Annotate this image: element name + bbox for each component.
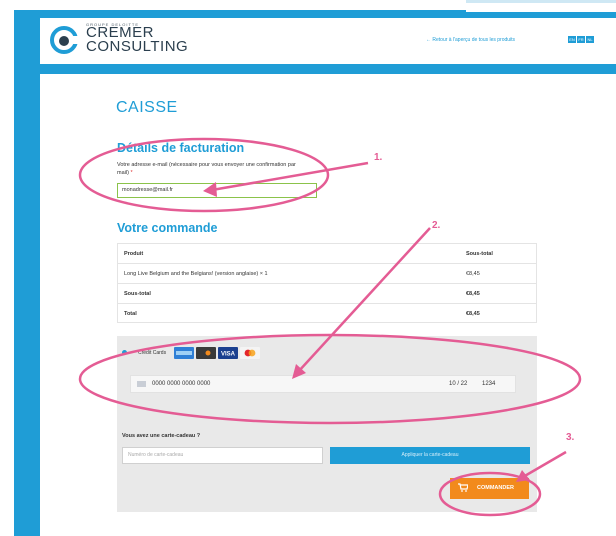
amex-card-icon <box>174 347 194 359</box>
table-header-row: Produit Sous-total <box>118 244 536 264</box>
email-field[interactable]: monadresse@mail.fr <box>117 183 317 198</box>
table-row: Total €8,45 <box>118 304 536 324</box>
table-row: Long Live Belgium and the Belgians! (ver… <box>118 264 536 284</box>
frame-notch-edge <box>466 0 616 3</box>
order-heading: Votre commande <box>117 221 218 235</box>
annotation-label-2: 2. <box>432 220 441 231</box>
back-to-products-link[interactable]: ← Retour à l'aperçu de tous les produits <box>426 37 515 43</box>
product-amount: €8,45 <box>466 271 480 277</box>
logo-mark-icon <box>50 26 78 54</box>
page-title: CAISSE <box>116 99 178 116</box>
subtotal-label: Sous-total <box>124 291 151 297</box>
apply-gift-card-button[interactable]: Appliquer la carte-cadeau <box>330 447 530 464</box>
payment-method-label: Credit Cards <box>138 350 167 356</box>
order-button[interactable]: COMMANDER <box>450 478 529 499</box>
total-label: Total <box>124 311 137 317</box>
card-cvc[interactable]: 1234 <box>482 381 495 387</box>
card-number-field[interactable]: 0000 0000 0000 0000 10 / 22 1234 <box>130 375 516 393</box>
col-subtotal-header: Sous-total <box>466 251 493 257</box>
card-icon <box>137 381 146 387</box>
card-expiry[interactable]: 10 / 22 <box>449 381 467 387</box>
mastercard-icon <box>240 347 260 359</box>
lang-nl[interactable]: NL <box>586 36 594 43</box>
product-name: Long Live Belgium and the Belgians! (ver… <box>124 271 268 277</box>
visa-card-text: VISA <box>221 352 236 358</box>
lang-en[interactable]: EN <box>568 36 576 43</box>
table-row: Sous-total €8,45 <box>118 284 536 304</box>
email-label-text: Votre adresse e-mail (nécessaire pour vo… <box>117 162 296 176</box>
card-number[interactable]: 0000 0000 0000 0000 <box>152 381 210 387</box>
credit-card-radio[interactable] <box>122 350 127 355</box>
required-marker: * <box>130 170 133 176</box>
annotation-label-1: 1. <box>374 152 383 163</box>
cart-icon <box>458 483 468 492</box>
visa-card-icon: VISA <box>218 347 238 359</box>
site-header: GROUPE DELOITTE CREMER CONSULTING ← Reto… <box>40 18 616 64</box>
lang-fr[interactable]: FR <box>577 36 585 43</box>
subtotal-amount: €8,45 <box>466 291 480 297</box>
gift-card-question: Vous avez une carte-cadeau ? <box>122 433 201 439</box>
order-table: Produit Sous-total Long Live Belgium and… <box>117 243 537 323</box>
logo-text-line2: CONSULTING <box>86 38 189 55</box>
gift-card-input[interactable]: Numéro de carte-cadeau <box>122 447 323 464</box>
order-button-label: COMMANDER <box>477 485 514 491</box>
total-amount: €8,45 <box>466 311 480 317</box>
discover-card-icon <box>196 347 216 359</box>
col-product-header: Produit <box>124 251 144 257</box>
annotation-label-3: 3. <box>566 432 575 443</box>
email-label: Votre adresse e-mail (nécessaire pour vo… <box>117 161 297 177</box>
billing-heading: Détails de facturation <box>117 141 245 155</box>
